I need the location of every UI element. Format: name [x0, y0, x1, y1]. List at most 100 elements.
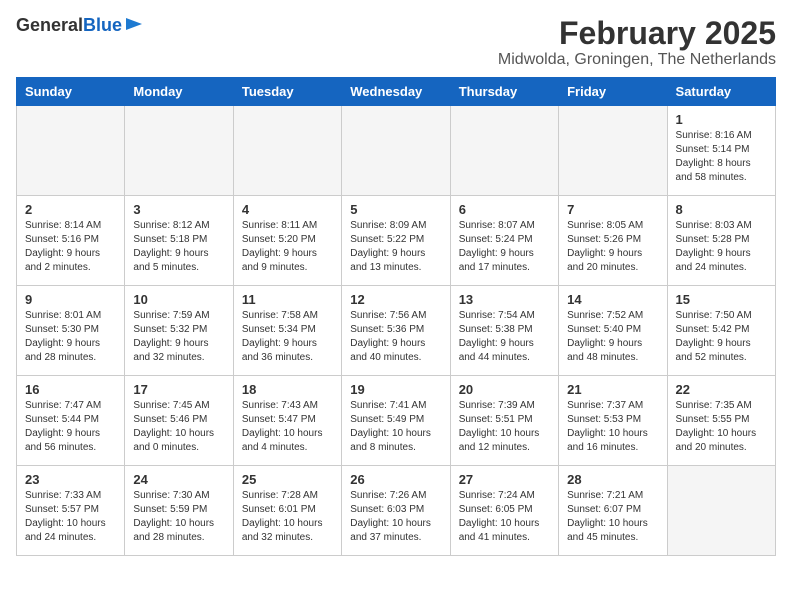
day-info: Sunrise: 7:21 AM Sunset: 6:07 PM Dayligh…: [567, 489, 658, 545]
day-info: Sunrise: 7:50 AM Sunset: 5:42 PM Dayligh…: [676, 309, 767, 365]
day-number: 11: [242, 292, 333, 307]
day-number: 25: [242, 472, 333, 487]
calendar-day-cell: 13Sunrise: 7:54 AM Sunset: 5:38 PM Dayli…: [450, 286, 558, 376]
calendar-day-cell: [17, 106, 125, 196]
calendar-body: 1 Sunrise: 8:16 AM Sunset: 5:14 PM Daylig…: [17, 106, 776, 556]
weekday-header-cell: Sunday: [17, 78, 125, 106]
day-number: 12: [350, 292, 441, 307]
calendar-day-cell: [667, 466, 775, 556]
calendar-week-row: 9Sunrise: 8:01 AM Sunset: 5:30 PM Daylig…: [17, 286, 776, 376]
day-info: Sunrise: 8:16 AM Sunset: 5:14 PM Dayligh…: [676, 129, 767, 185]
page-header: GeneralBlue February 2025 Midwolda, Gron…: [16, 16, 776, 69]
day-number: 3: [133, 202, 224, 217]
day-info: Sunrise: 8:14 AM Sunset: 5:16 PM Dayligh…: [25, 219, 116, 275]
calendar-day-cell: 12 Sunrise: 7:56 AM Sunset: 5:36 PM Dayli…: [342, 286, 450, 376]
calendar-day-cell: 15 Sunrise: 7:50 AM Sunset: 5:42 PM Dayli…: [667, 286, 775, 376]
calendar-week-row: 23 Sunrise: 7:33 AM Sunset: 5:57 PM Dayli…: [17, 466, 776, 556]
day-info: Sunrise: 7:45 AM Sunset: 5:46 PM Dayligh…: [133, 399, 224, 455]
day-info: Sunrise: 8:11 AM Sunset: 5:20 PM Dayligh…: [242, 219, 333, 275]
day-number: 26: [350, 472, 441, 487]
day-number: 15: [676, 292, 767, 307]
calendar-day-cell: 27 Sunrise: 7:24 AM Sunset: 6:05 PM Dayli…: [450, 466, 558, 556]
calendar-day-cell: 1 Sunrise: 8:16 AM Sunset: 5:14 PM Daylig…: [667, 106, 775, 196]
weekday-header-cell: Friday: [559, 78, 667, 106]
weekday-header-cell: Monday: [125, 78, 233, 106]
calendar-day-cell: 6 Sunrise: 8:07 AM Sunset: 5:24 PM Daylig…: [450, 196, 558, 286]
day-info: Sunrise: 7:58 AM Sunset: 5:34 PM Dayligh…: [242, 309, 333, 365]
calendar-table: SundayMondayTuesdayWednesdayThursdayFrid…: [16, 77, 776, 556]
day-info: Sunrise: 8:09 AM Sunset: 5:22 PM Dayligh…: [350, 219, 441, 275]
day-info: Sunrise: 7:39 AM Sunset: 5:51 PM Dayligh…: [459, 399, 550, 455]
calendar-subtitle: Midwolda, Groningen, The Netherlands: [498, 51, 776, 69]
day-info: Sunrise: 7:30 AM Sunset: 5:59 PM Dayligh…: [133, 489, 224, 545]
day-info: Sunrise: 7:24 AM Sunset: 6:05 PM Dayligh…: [459, 489, 550, 545]
calendar-week-row: 1 Sunrise: 8:16 AM Sunset: 5:14 PM Daylig…: [17, 106, 776, 196]
day-info: Sunrise: 7:28 AM Sunset: 6:01 PM Dayligh…: [242, 489, 333, 545]
day-number: 23: [25, 472, 116, 487]
day-info: Sunrise: 8:07 AM Sunset: 5:24 PM Dayligh…: [459, 219, 550, 275]
calendar-day-cell: [342, 106, 450, 196]
weekday-header-cell: Thursday: [450, 78, 558, 106]
day-number: 7: [567, 202, 658, 217]
calendar-day-cell: [450, 106, 558, 196]
day-number: 18: [242, 382, 333, 397]
calendar-day-cell: 11 Sunrise: 7:58 AM Sunset: 5:34 PM Dayli…: [233, 286, 341, 376]
logo: GeneralBlue: [16, 16, 144, 36]
day-number: 24: [133, 472, 224, 487]
day-info: Sunrise: 7:37 AM Sunset: 5:53 PM Dayligh…: [567, 399, 658, 455]
weekday-header-cell: Saturday: [667, 78, 775, 106]
logo-arrow-icon: [124, 14, 144, 34]
day-number: 2: [25, 202, 116, 217]
calendar-week-row: 2 Sunrise: 8:14 AM Sunset: 5:16 PM Daylig…: [17, 196, 776, 286]
day-info: Sunrise: 7:56 AM Sunset: 5:36 PM Dayligh…: [350, 309, 441, 365]
calendar-day-cell: 14Sunrise: 7:52 AM Sunset: 5:40 PM Dayli…: [559, 286, 667, 376]
calendar-day-cell: 25 Sunrise: 7:28 AM Sunset: 6:01 PM Dayli…: [233, 466, 341, 556]
calendar-title: February 2025: [498, 16, 776, 51]
day-number: 16: [25, 382, 116, 397]
calendar-day-cell: 17Sunrise: 7:45 AM Sunset: 5:46 PM Dayli…: [125, 376, 233, 466]
day-number: 8: [676, 202, 767, 217]
day-info: Sunrise: 7:26 AM Sunset: 6:03 PM Dayligh…: [350, 489, 441, 545]
day-info: Sunrise: 7:35 AM Sunset: 5:55 PM Dayligh…: [676, 399, 767, 455]
day-info: Sunrise: 8:12 AM Sunset: 5:18 PM Dayligh…: [133, 219, 224, 275]
day-info: Sunrise: 7:59 AM Sunset: 5:32 PM Dayligh…: [133, 309, 224, 365]
day-number: 5: [350, 202, 441, 217]
day-number: 28: [567, 472, 658, 487]
calendar-day-cell: 5 Sunrise: 8:09 AM Sunset: 5:22 PM Daylig…: [342, 196, 450, 286]
day-info: Sunrise: 7:47 AM Sunset: 5:44 PM Dayligh…: [25, 399, 116, 455]
day-number: 19: [350, 382, 441, 397]
day-number: 22: [676, 382, 767, 397]
calendar-day-cell: 28 Sunrise: 7:21 AM Sunset: 6:07 PM Dayli…: [559, 466, 667, 556]
day-number: 4: [242, 202, 333, 217]
day-number: 21: [567, 382, 658, 397]
title-block: February 2025 Midwolda, Groningen, The N…: [498, 16, 776, 69]
day-number: 20: [459, 382, 550, 397]
calendar-day-cell: 20 Sunrise: 7:39 AM Sunset: 5:51 PM Dayli…: [450, 376, 558, 466]
logo-text: GeneralBlue: [16, 16, 122, 36]
weekday-header-cell: Tuesday: [233, 78, 341, 106]
weekday-header-row: SundayMondayTuesdayWednesdayThursdayFrid…: [17, 78, 776, 106]
calendar-day-cell: 9Sunrise: 8:01 AM Sunset: 5:30 PM Daylig…: [17, 286, 125, 376]
calendar-day-cell: 2 Sunrise: 8:14 AM Sunset: 5:16 PM Daylig…: [17, 196, 125, 286]
day-number: 13: [459, 292, 550, 307]
calendar-day-cell: 23 Sunrise: 7:33 AM Sunset: 5:57 PM Dayli…: [17, 466, 125, 556]
day-number: 6: [459, 202, 550, 217]
day-info: Sunrise: 7:43 AM Sunset: 5:47 PM Dayligh…: [242, 399, 333, 455]
calendar-day-cell: 16 Sunrise: 7:47 AM Sunset: 5:44 PM Dayli…: [17, 376, 125, 466]
day-number: 1: [676, 112, 767, 127]
weekday-header-cell: Wednesday: [342, 78, 450, 106]
calendar-day-cell: 10Sunrise: 7:59 AM Sunset: 5:32 PM Dayli…: [125, 286, 233, 376]
calendar-day-cell: 21 Sunrise: 7:37 AM Sunset: 5:53 PM Dayli…: [559, 376, 667, 466]
calendar-day-cell: 26 Sunrise: 7:26 AM Sunset: 6:03 PM Dayli…: [342, 466, 450, 556]
calendar-day-cell: 4 Sunrise: 8:11 AM Sunset: 5:20 PM Daylig…: [233, 196, 341, 286]
day-number: 27: [459, 472, 550, 487]
calendar-day-cell: 18 Sunrise: 7:43 AM Sunset: 5:47 PM Dayli…: [233, 376, 341, 466]
calendar-day-cell: 7 Sunrise: 8:05 AM Sunset: 5:26 PM Daylig…: [559, 196, 667, 286]
day-info: Sunrise: 8:05 AM Sunset: 5:26 PM Dayligh…: [567, 219, 658, 275]
calendar-day-cell: [125, 106, 233, 196]
calendar-day-cell: 22 Sunrise: 7:35 AM Sunset: 5:55 PM Dayli…: [667, 376, 775, 466]
calendar-week-row: 16 Sunrise: 7:47 AM Sunset: 5:44 PM Dayli…: [17, 376, 776, 466]
day-info: Sunrise: 7:41 AM Sunset: 5:49 PM Dayligh…: [350, 399, 441, 455]
day-info: Sunrise: 7:33 AM Sunset: 5:57 PM Dayligh…: [25, 489, 116, 545]
day-info: Sunrise: 8:03 AM Sunset: 5:28 PM Dayligh…: [676, 219, 767, 275]
